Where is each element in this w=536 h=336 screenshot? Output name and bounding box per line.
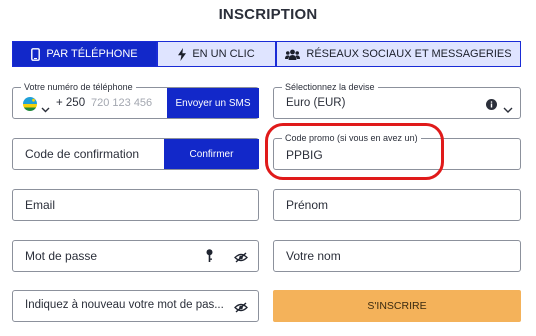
send-sms-button[interactable]: Envoyer un SMS xyxy=(167,88,259,118)
eye-slash-icon[interactable] xyxy=(234,250,248,268)
country-code: + 250 xyxy=(56,97,86,109)
phone-field: Votre numéro de téléphone + 250 720 123 … xyxy=(12,81,259,119)
highlight-ring xyxy=(265,123,444,180)
register-button[interactable]: S'INSCRIRE xyxy=(273,290,521,322)
currency-value: Euro (EUR) xyxy=(286,97,346,109)
confirm-button[interactable]: Confirmer xyxy=(164,139,259,169)
confirmation-code-input[interactable]: Code de confirmation xyxy=(25,147,139,161)
currency-legend: Sélectionnez la devise xyxy=(282,81,378,93)
eye-slash-icon[interactable] xyxy=(234,300,248,318)
password-placeholder: Mot de passe xyxy=(25,249,98,263)
rwanda-flag-icon[interactable] xyxy=(23,97,37,116)
password-repeat-field[interactable]: Indiquez à nouveau votre mot de pas... xyxy=(12,290,259,322)
phone-legend: Votre numéro de téléphone xyxy=(21,81,136,93)
firstname-field[interactable]: Prénom xyxy=(273,189,521,221)
password-field[interactable]: Mot de passe xyxy=(12,240,259,272)
phone-icon xyxy=(31,47,41,61)
tab-phone[interactable]: PAR TÉLÉPHONE xyxy=(12,41,157,67)
lastname-placeholder: Votre nom xyxy=(286,249,341,263)
lastname-field[interactable]: Votre nom xyxy=(273,240,521,272)
chevron-down-icon[interactable] xyxy=(503,100,513,118)
chevron-down-icon[interactable] xyxy=(41,100,50,118)
tab-phone-label: PAR TÉLÉPHONE xyxy=(46,48,138,60)
page-title: INSCRIPTION xyxy=(218,6,318,23)
phone-input[interactable]: 720 123 456 xyxy=(91,97,152,109)
password-repeat-placeholder: Indiquez à nouveau votre mot de pas... xyxy=(25,299,224,311)
email-field[interactable]: Email xyxy=(12,189,259,221)
tab-one-click[interactable]: EN UN CLIC xyxy=(157,41,276,67)
lightning-icon xyxy=(178,47,187,61)
tab-one-click-label: EN UN CLIC xyxy=(192,48,255,60)
currency-select[interactable]: Sélectionnez la devise Euro (EUR) xyxy=(273,81,521,119)
key-icon[interactable] xyxy=(206,249,213,268)
tab-social[interactable]: RÉSEAUX SOCIAUX ET MESSAGERIES xyxy=(276,41,521,67)
users-icon xyxy=(285,49,301,60)
email-placeholder: Email xyxy=(25,198,56,212)
tab-social-label: RÉSEAUX SOCIAUX ET MESSAGERIES xyxy=(306,48,512,60)
firstname-placeholder: Prénom xyxy=(286,198,329,212)
confirmation-field: Code de confirmation Confirmer xyxy=(12,138,259,170)
info-icon[interactable] xyxy=(486,97,497,115)
